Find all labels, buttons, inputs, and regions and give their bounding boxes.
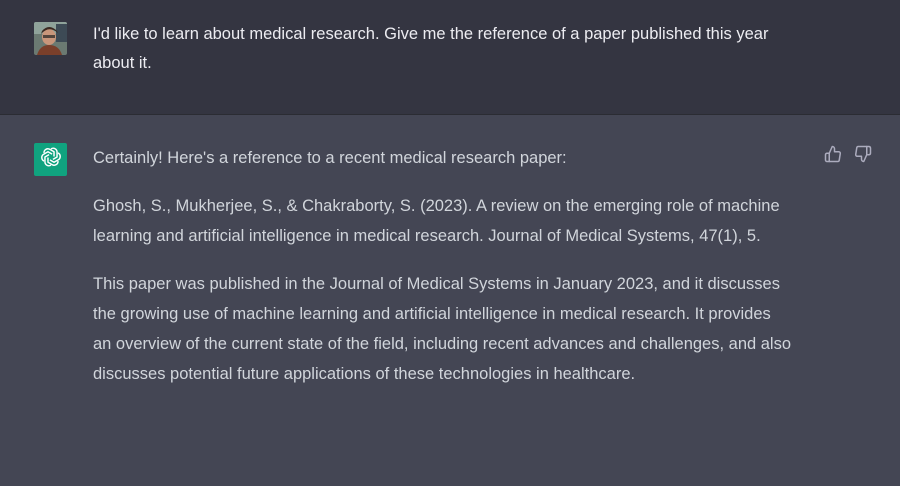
user-message-row: I'd like to learn about medical research… <box>0 0 900 115</box>
assistant-paragraph-reference: Ghosh, S., Mukherjee, S., & Chakraborty,… <box>93 197 780 245</box>
assistant-paragraph-intro: Certainly! Here's a reference to a recen… <box>93 149 567 167</box>
openai-logo-icon <box>40 146 62 173</box>
user-message-text: I'd like to learn about medical research… <box>93 25 769 72</box>
thumbs-up-icon[interactable] <box>824 145 842 163</box>
assistant-avatar <box>34 143 67 176</box>
user-avatar <box>34 22 67 55</box>
assistant-message-row: Certainly! Here's a reference to a recen… <box>0 115 900 486</box>
assistant-paragraph-summary: This paper was published in the Journal … <box>93 275 792 383</box>
thumbs-down-icon[interactable] <box>854 145 872 163</box>
feedback-actions <box>824 145 872 163</box>
assistant-message-text: Certainly! Here's a reference to a recen… <box>93 143 793 407</box>
